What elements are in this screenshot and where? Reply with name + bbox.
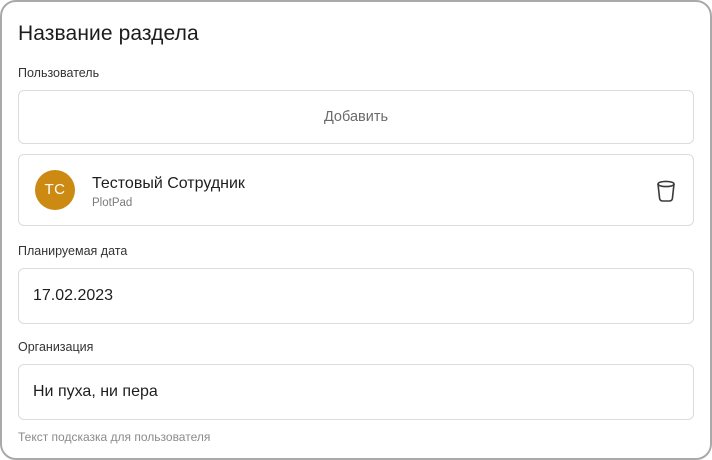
date-field-label: Планируемая дата	[18, 244, 128, 258]
organization-hint: Текст подсказка для пользователя	[18, 430, 211, 444]
planned-date-input[interactable]	[18, 268, 694, 324]
user-name: Тестовый Сотрудник	[92, 175, 245, 192]
organization-field-label: Организация	[18, 340, 94, 354]
trash-icon	[657, 180, 675, 202]
add-user-button[interactable]: Добавить	[18, 90, 694, 144]
section-title: Название раздела	[18, 22, 199, 45]
form-card: Название раздела Пользователь Добавить Т…	[0, 0, 712, 460]
user-organization: PlotPad	[92, 197, 133, 209]
avatar: ТС	[35, 170, 75, 210]
user-card: ТС Тестовый Сотрудник PlotPad	[18, 154, 694, 226]
delete-user-button[interactable]	[655, 179, 677, 203]
user-field-label: Пользователь	[18, 66, 100, 80]
organization-input[interactable]	[18, 364, 694, 420]
